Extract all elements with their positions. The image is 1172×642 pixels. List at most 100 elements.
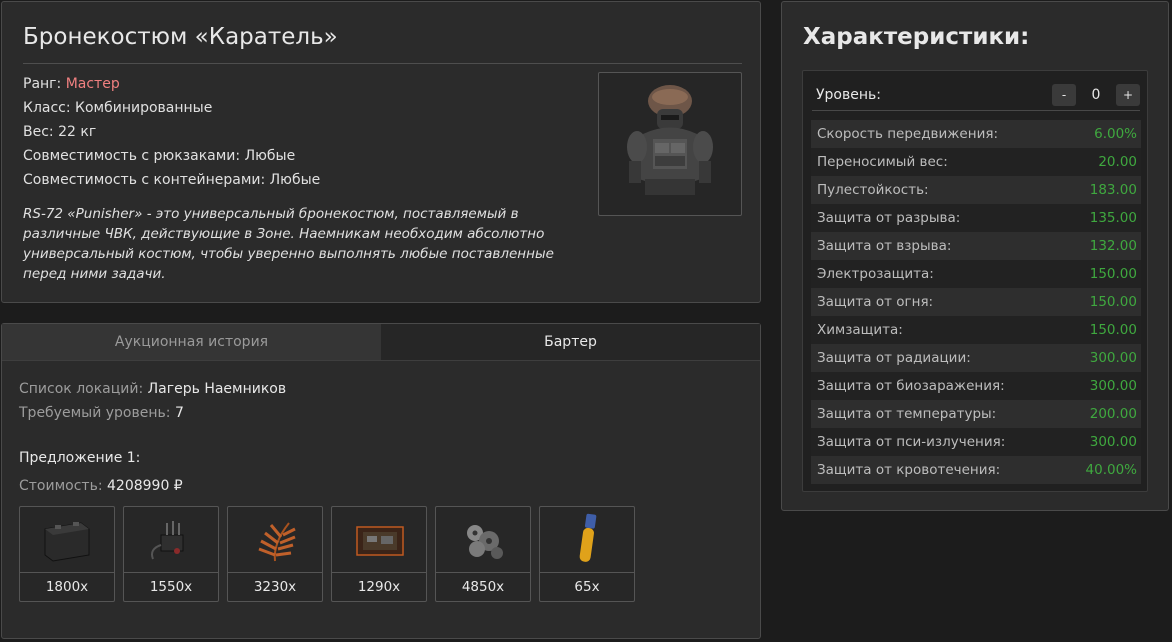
required-level-line: Требуемый уровень: 7 bbox=[19, 401, 286, 425]
stat-value: 183.00 bbox=[1089, 182, 1137, 198]
stat-name: Защита от огня: bbox=[817, 294, 934, 310]
stat-name: Пулестойкость: bbox=[817, 182, 929, 198]
level-value: 0 bbox=[1091, 86, 1101, 103]
battery-icon bbox=[44, 521, 90, 562]
stat-value: 150.00 bbox=[1089, 322, 1137, 338]
container-compat-line: Совместимость с контейнерами: Любые bbox=[23, 168, 320, 192]
tab-barter[interactable]: Бартер bbox=[381, 324, 760, 360]
stat-row: Защита от температуры: 200.00 bbox=[811, 400, 1141, 428]
required-level-label: Требуемый уровень: bbox=[19, 405, 171, 421]
stat-row: Защита от взрыва: 132.00 bbox=[811, 232, 1141, 260]
armor-suit-icon bbox=[627, 85, 713, 195]
item-image bbox=[598, 72, 742, 216]
weight-line: Вес: 22 кг bbox=[23, 120, 320, 144]
stat-row: Защита от пси-излучения: 300.00 bbox=[811, 428, 1141, 456]
stat-name: Защита от температуры: bbox=[817, 406, 997, 422]
stat-value: 40.00% bbox=[1085, 462, 1137, 478]
cost-line: Стоимость: 4208990 ₽ bbox=[19, 478, 183, 494]
cost-label: Стоимость: bbox=[19, 478, 103, 494]
stat-value: 300.00 bbox=[1089, 350, 1137, 366]
stat-row: Защита от огня: 150.00 bbox=[811, 288, 1141, 316]
stat-value: 200.00 bbox=[1089, 406, 1137, 422]
level-label: Уровень: bbox=[816, 86, 881, 103]
stat-value: 300.00 bbox=[1089, 434, 1137, 450]
stat-value: 20.00 bbox=[1098, 154, 1137, 170]
stat-list: Скорость передвижения: 6.00% Переносимый в… bbox=[811, 120, 1141, 484]
container-compat-label: Совместимость с контейнерами: bbox=[23, 172, 266, 188]
stat-row: Защита от кровотечения: 40.00% bbox=[811, 456, 1141, 484]
stat-name: Защита от разрыва: bbox=[817, 210, 961, 226]
stat-name: Защита от пси-излучения: bbox=[817, 434, 1006, 450]
barter-panel: Аукционная история Бартер Список локаций… bbox=[1, 323, 761, 639]
item-description: RS-72 «Punisher» - это универсальный бро… bbox=[23, 206, 554, 282]
barter-item[interactable]: 1800x bbox=[19, 506, 115, 602]
barter-item-qty: 3230x bbox=[253, 579, 297, 595]
tab-auction-history[interactable]: Аукционная история bbox=[2, 324, 381, 360]
rank-line: Ранг: Мастер bbox=[23, 72, 320, 96]
barter-item[interactable]: 1550x bbox=[123, 506, 219, 602]
stat-name: Защита от взрыва: bbox=[817, 238, 952, 254]
vial-icon bbox=[579, 513, 597, 562]
container-compat-value: Любые bbox=[269, 172, 321, 188]
stats-title: Характеристики: bbox=[803, 24, 1030, 50]
stat-value: 150.00 bbox=[1089, 266, 1137, 282]
stat-value: 132.00 bbox=[1089, 238, 1137, 254]
stat-value: 300.00 bbox=[1089, 378, 1137, 394]
circuit-board-icon bbox=[356, 525, 404, 556]
item-info-panel: Бронекостюм «Каратель» Ранг: Мастер Клас… bbox=[1, 1, 761, 303]
barter-item[interactable]: 4850x bbox=[435, 506, 531, 602]
barter-item-qty: 4850x bbox=[461, 579, 505, 595]
locations-label: Список локаций: bbox=[19, 381, 144, 397]
stat-row: Пулестойкость: 183.00 bbox=[811, 176, 1141, 204]
class-value: Комбинированные bbox=[75, 100, 213, 116]
device-icon bbox=[151, 520, 184, 559]
item-properties: Ранг: Мастер Класс: Комбинированные Вес:… bbox=[23, 72, 320, 192]
stat-row: Защита от разрыва: 135.00 bbox=[811, 204, 1141, 232]
locations-value: Лагерь Наемников bbox=[147, 381, 287, 397]
stat-row: Защита от биозаражения: 300.00 bbox=[811, 372, 1141, 400]
barter-item[interactable]: 65x bbox=[539, 506, 635, 602]
barter-items: 1800x 1550x 3230x 1290x 4850x 65x bbox=[19, 506, 635, 602]
title-divider bbox=[23, 63, 742, 64]
level-increase-button[interactable]: + bbox=[1116, 83, 1140, 106]
stat-name: Защита от радиации: bbox=[817, 350, 971, 366]
stat-name: Химзащита: bbox=[817, 322, 903, 338]
class-line: Класс: Комбинированные bbox=[23, 96, 320, 120]
required-level-value: 7 bbox=[174, 405, 184, 421]
barter-item-qty: 1800x bbox=[45, 579, 89, 595]
stat-name: Скорость передвижения: bbox=[817, 126, 999, 142]
stat-name: Электрозащита: bbox=[817, 266, 934, 282]
offer-title: Предложение 1: bbox=[19, 450, 141, 466]
stat-row: Переносимый вес: 20.00 bbox=[811, 148, 1141, 176]
barter-item[interactable]: 1290x bbox=[331, 506, 427, 602]
scrap-parts-icon bbox=[467, 524, 503, 559]
stat-row: Химзащита: 150.00 bbox=[811, 316, 1141, 344]
stats-panel: Характеристики: Уровень: - 0 + Скорость … bbox=[781, 1, 1169, 511]
rank-label: Ранг: bbox=[23, 76, 62, 92]
stat-row: Электрозащита: 150.00 bbox=[811, 260, 1141, 288]
barter-item-qty: 1290x bbox=[357, 579, 401, 595]
locations-line: Список локаций: Лагерь Наемников bbox=[19, 377, 286, 401]
stat-value: 150.00 bbox=[1089, 294, 1137, 310]
cost-value: 4208990 ₽ bbox=[107, 478, 183, 494]
tab-bar: Аукционная история Бартер bbox=[2, 324, 760, 361]
barter-item[interactable]: 3230x bbox=[227, 506, 323, 602]
level-row: Уровень: - 0 + bbox=[812, 79, 1140, 111]
rank-value: Мастер bbox=[65, 76, 120, 92]
stat-value: 135.00 bbox=[1089, 210, 1137, 226]
stat-row: Скорость передвижения: 6.00% bbox=[811, 120, 1141, 148]
item-title: Бронекостюм «Каратель» bbox=[23, 24, 338, 50]
stats-box: Уровень: - 0 + Скорость передвижения: 6.0… bbox=[802, 70, 1148, 492]
weight-label: Вес: bbox=[23, 124, 54, 140]
barter-item-qty: 65x bbox=[574, 579, 600, 595]
fern-plant-icon bbox=[258, 521, 296, 561]
level-decrease-button[interactable]: - bbox=[1052, 83, 1076, 106]
stat-name: Защита от биозаражения: bbox=[817, 378, 1005, 394]
barter-item-qty: 1550x bbox=[149, 579, 193, 595]
backpack-compat-value: Любые bbox=[244, 148, 296, 164]
backpack-compat-line: Совместимость с рюкзаками: Любые bbox=[23, 144, 320, 168]
backpack-compat-label: Совместимость с рюкзаками: bbox=[23, 148, 241, 164]
weight-value: 22 кг bbox=[58, 124, 97, 140]
stat-name: Защита от кровотечения: bbox=[817, 462, 1001, 478]
stat-name: Переносимый вес: bbox=[817, 154, 948, 170]
